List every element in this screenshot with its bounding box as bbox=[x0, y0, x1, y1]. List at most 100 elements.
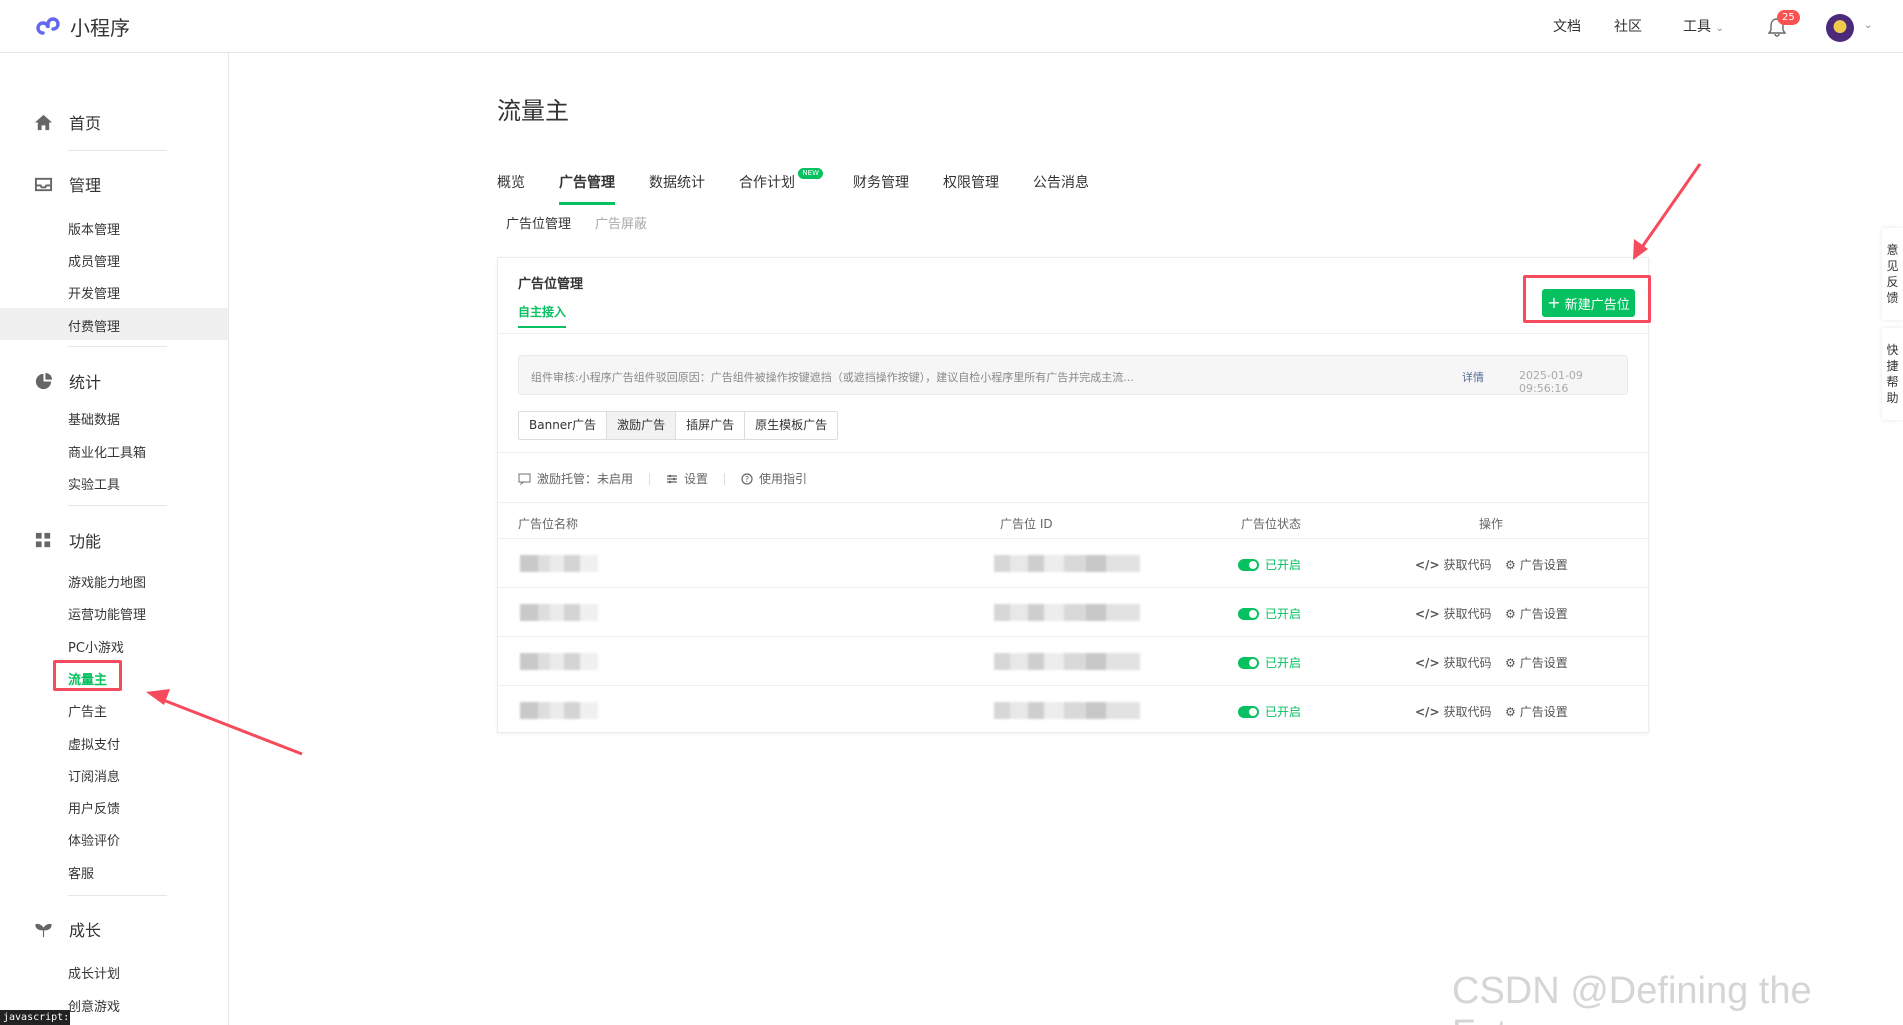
subtab-ad-block[interactable]: 广告屏蔽 bbox=[595, 213, 647, 232]
ad-slot-card: 广告位管理 自主接入 + 新建广告位 组件审核:小程序广告组件驳回原因：广告组件… bbox=[497, 257, 1649, 733]
page-title: 流量主 bbox=[497, 97, 569, 125]
docs-link[interactable]: 文档 bbox=[1553, 16, 1581, 36]
sidebar-item-basic-data[interactable]: 基础数据 bbox=[68, 409, 120, 428]
avatar[interactable] bbox=[1826, 14, 1854, 42]
redacted-name bbox=[520, 604, 598, 621]
get-code-label: 获取代码 bbox=[1443, 607, 1492, 621]
sidebar-item-virtual-pay[interactable]: 虚拟支付 bbox=[68, 734, 120, 753]
sidebar-item-dev[interactable]: 开发管理 bbox=[68, 283, 120, 302]
app-title: 小程序 bbox=[70, 16, 130, 40]
toggle-switch[interactable] bbox=[1238, 607, 1259, 620]
tab-cooperation[interactable]: 合作计划 NEW bbox=[739, 168, 823, 205]
sidebar-item-pc-game[interactable]: PC小游戏 bbox=[68, 637, 124, 656]
tab-data-stats[interactable]: 数据统计 bbox=[649, 172, 705, 205]
subtab-ad-slot-management[interactable]: 广告位管理 bbox=[506, 213, 571, 232]
sidebar-item-feedback[interactable]: 用户反馈 bbox=[68, 798, 120, 817]
chevron-down-icon[interactable]: ⌄ bbox=[1864, 20, 1872, 31]
card-title: 广告位管理 bbox=[518, 277, 584, 292]
table-row: 已开启 </> 获取代码 ⚙ 广告设置 bbox=[498, 587, 1648, 636]
sidebar-item-subscribe-msg[interactable]: 订阅消息 bbox=[68, 766, 120, 785]
ad-type-rewarded[interactable]: 激励广告 bbox=[607, 412, 677, 439]
sidebar-section-growth[interactable]: 成长 bbox=[34, 917, 101, 941]
guide-link[interactable]: ? 使用指引 bbox=[741, 470, 807, 487]
ad-type-native-template[interactable]: 原生模板广告 bbox=[745, 412, 837, 439]
sprout-icon bbox=[35, 923, 52, 937]
sidebar-item-rating[interactable]: 体验评价 bbox=[68, 830, 120, 849]
help-float-label: 快捷帮助 bbox=[1886, 343, 1899, 405]
chevron-down-icon: ⌄ bbox=[1715, 23, 1724, 34]
incentive-hosting[interactable]: 激励托管：未启用 bbox=[518, 470, 633, 487]
slot-status[interactable]: 已开启 bbox=[1238, 703, 1301, 720]
help-circle-icon: ? bbox=[741, 472, 753, 485]
sidebar-item-version[interactable]: 版本管理 bbox=[68, 219, 120, 238]
tab-ad-management[interactable]: 广告管理 bbox=[559, 172, 615, 205]
toggle-switch[interactable] bbox=[1238, 558, 1259, 571]
sidebar-item-creative-game[interactable]: 创意游戏 bbox=[68, 996, 120, 1015]
redacted-id bbox=[994, 555, 1140, 572]
home-icon bbox=[34, 114, 53, 130]
help-float-tab[interactable]: 快捷帮助 bbox=[1882, 328, 1903, 420]
get-code-link[interactable]: </> 获取代码 bbox=[1415, 703, 1492, 720]
highlight-box bbox=[1523, 275, 1651, 323]
get-code-label: 获取代码 bbox=[1443, 705, 1492, 719]
table-row: 已开启 </> 获取代码 ⚙ 广告设置 bbox=[498, 538, 1648, 587]
sidebar-item-members[interactable]: 成员管理 bbox=[68, 251, 120, 270]
get-code-link[interactable]: </> 获取代码 bbox=[1415, 556, 1492, 573]
feedback-float-tab[interactable]: 意见反馈 bbox=[1882, 228, 1903, 320]
gear-icon: ⚙ bbox=[1505, 557, 1516, 572]
svg-text:?: ? bbox=[745, 475, 749, 484]
sidebar-item-home[interactable]: 首页 bbox=[34, 110, 101, 134]
status-bar: javascript:; bbox=[0, 1010, 75, 1025]
ad-type-banner[interactable]: Banner广告 bbox=[519, 412, 608, 439]
notice-detail-link[interactable]: 详情 bbox=[1462, 369, 1484, 385]
community-link[interactable]: 社区 bbox=[1614, 16, 1642, 36]
sidebar-item-payment[interactable]: 付费管理 bbox=[68, 316, 120, 335]
toggle-switch[interactable] bbox=[1238, 656, 1259, 669]
ad-settings-link[interactable]: ⚙ 广告设置 bbox=[1505, 605, 1568, 622]
ad-type-interstitial[interactable]: 插屏广告 bbox=[676, 412, 746, 439]
sidebar-item-game-map[interactable]: 游戏能力地图 bbox=[68, 572, 146, 591]
ad-settings-link[interactable]: ⚙ 广告设置 bbox=[1505, 556, 1568, 573]
logo[interactable]: 小程序 bbox=[34, 12, 130, 41]
column-header-id: 广告位 ID bbox=[1000, 517, 1053, 531]
get-code-link[interactable]: </> 获取代码 bbox=[1415, 605, 1492, 622]
card-subtab-self-access[interactable]: 自主接入 bbox=[518, 303, 567, 328]
tab-permissions[interactable]: 权限管理 bbox=[943, 172, 999, 205]
status-label: 已开启 bbox=[1265, 607, 1302, 621]
sidebar-item-growth-plan[interactable]: 成长计划 bbox=[68, 963, 120, 982]
sub-tabs: 广告位管理 广告屏蔽 bbox=[506, 213, 647, 232]
sidebar-section-features[interactable]: 功能 bbox=[34, 528, 101, 552]
sidebar-section-manage[interactable]: 管理 bbox=[34, 172, 101, 196]
tab-announcements[interactable]: 公告消息 bbox=[1033, 172, 1089, 205]
slot-status[interactable]: 已开启 bbox=[1238, 605, 1301, 622]
slot-status[interactable]: 已开启 bbox=[1238, 556, 1301, 573]
sidebar-item-experiment[interactable]: 实验工具 bbox=[68, 474, 120, 493]
ad-settings-link[interactable]: ⚙ 广告设置 bbox=[1505, 654, 1568, 671]
settings-link[interactable]: 设置 bbox=[666, 470, 708, 487]
sidebar-item-label: 首页 bbox=[69, 114, 102, 133]
sidebar-section-stats[interactable]: 统计 bbox=[34, 369, 101, 393]
toggle-switch[interactable] bbox=[1238, 705, 1259, 718]
tab-overview[interactable]: 概览 bbox=[497, 172, 525, 205]
sidebar: 首页 管理 版本管理 成员管理 开发管理 付费管理 统计 基础数据 商业化工具箱… bbox=[0, 53, 229, 1025]
inbox-icon bbox=[34, 177, 53, 191]
sidebar-item-commerce-tools[interactable]: 商业化工具箱 bbox=[68, 442, 146, 461]
tools-label: 工具 bbox=[1683, 19, 1711, 35]
status-label: 已开启 bbox=[1265, 705, 1302, 719]
pie-chart-icon bbox=[35, 372, 53, 389]
tools-menu[interactable]: 工具 ⌄ bbox=[1683, 16, 1724, 36]
status-label: 已开启 bbox=[1265, 656, 1302, 670]
column-header-name: 广告位名称 bbox=[518, 517, 579, 531]
get-code-label: 获取代码 bbox=[1443, 558, 1492, 572]
sidebar-item-ops[interactable]: 运营功能管理 bbox=[68, 604, 146, 623]
separator bbox=[724, 472, 726, 485]
sidebar-item-service[interactable]: 客服 bbox=[68, 863, 94, 882]
sidebar-item-advertiser[interactable]: 广告主 bbox=[68, 701, 107, 720]
redacted-name bbox=[520, 653, 598, 670]
divider bbox=[68, 150, 167, 151]
get-code-link[interactable]: </> 获取代码 bbox=[1415, 654, 1492, 671]
slot-status[interactable]: 已开启 bbox=[1238, 654, 1301, 671]
ad-settings-link[interactable]: ⚙ 广告设置 bbox=[1505, 703, 1568, 720]
tab-finance[interactable]: 财务管理 bbox=[853, 172, 909, 205]
divider bbox=[498, 452, 1648, 453]
